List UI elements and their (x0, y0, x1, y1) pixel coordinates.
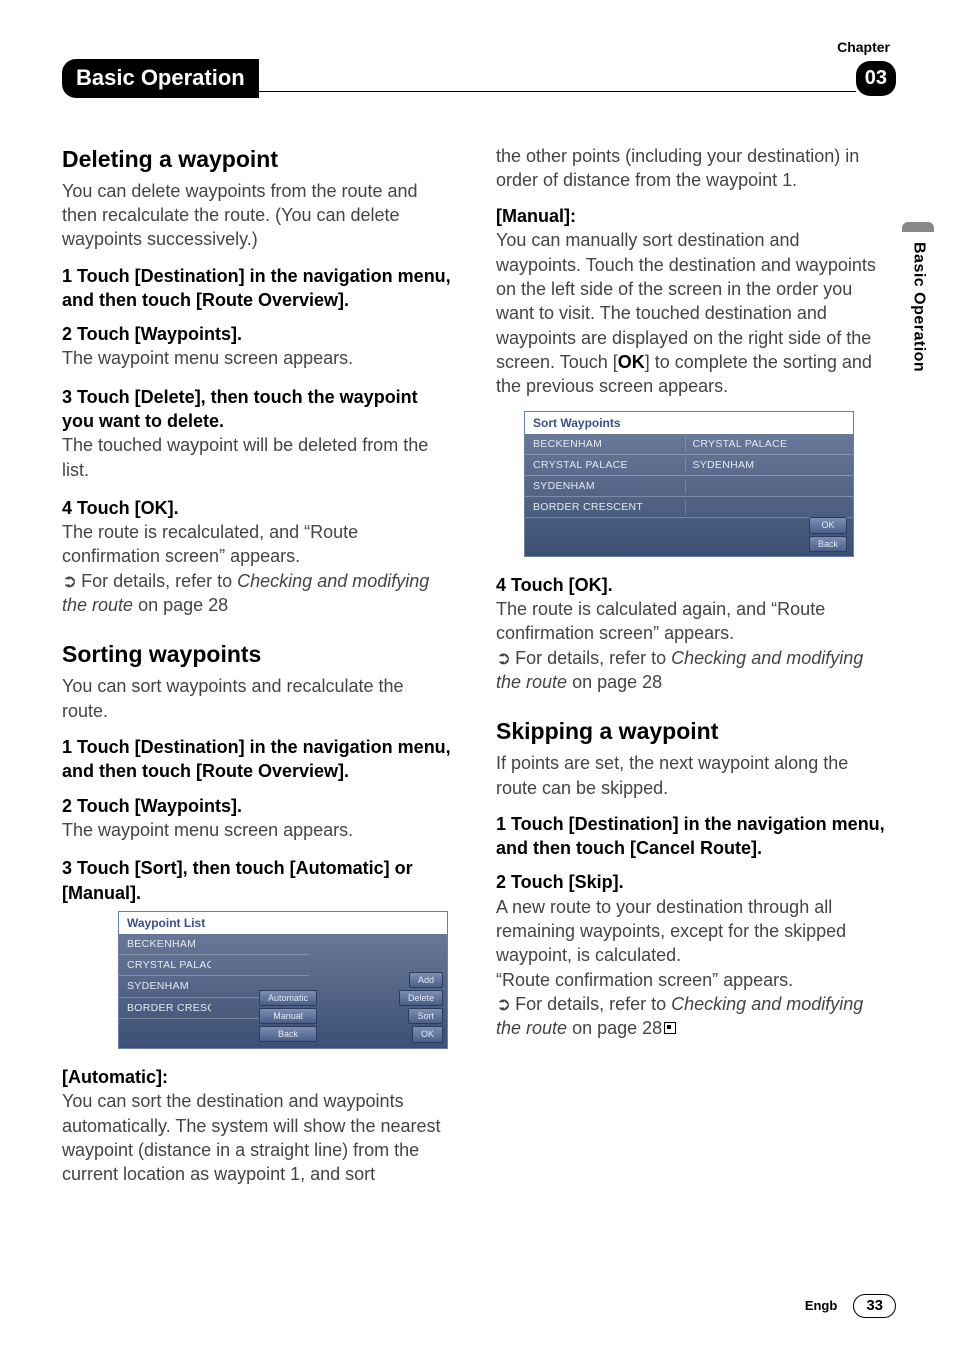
body-text: You can delete waypoints from the route … (62, 179, 454, 252)
screenshot-title: Waypoint List (119, 912, 447, 934)
end-of-section-icon (664, 1022, 676, 1034)
step-2: 2 Touch [Skip]. (496, 870, 888, 894)
step-1: 1 Touch [Destination] in the navigation … (62, 735, 454, 784)
back-button: Back (809, 536, 847, 552)
cross-reference: ➲For details, refer to Checking and modi… (62, 569, 454, 618)
screenshot-waypoint-list: Waypoint List BECKENHAM CRYSTAL PALACE S… (118, 911, 448, 1049)
header-rule (259, 91, 856, 93)
step-1: 1 Touch [Destination] in the navigation … (62, 264, 454, 313)
screenshot-sort-waypoints: Sort Waypoints BECKENHAMCRYSTAL PALACE C… (524, 411, 854, 557)
sort-button: Sort (408, 1008, 443, 1024)
body-text: the other points (including your destina… (496, 144, 888, 193)
step-3: 3 Touch [Delete], then touch the waypoin… (62, 385, 454, 434)
automatic-button: Automatic (259, 990, 317, 1006)
list-item: BECKENHAM (127, 937, 211, 951)
option-manual-label: [Manual]: (496, 204, 888, 228)
arrow-icon: ➲ (62, 571, 77, 591)
list-item: SYDENHAM (686, 458, 845, 472)
cross-reference: ➲For details, refer to Checking and modi… (496, 992, 888, 1041)
body-text: The touched waypoint will be deleted fro… (62, 433, 454, 482)
list-item: CRYSTAL PALACE (127, 958, 211, 972)
left-column: Deleting a waypoint You can delete waypo… (62, 144, 454, 1187)
step-2: 2 Touch [Waypoints]. (62, 322, 454, 346)
page-footer: Engb 33 (805, 1294, 896, 1318)
step-1: 1 Touch [Destination] in the navigation … (496, 812, 888, 861)
list-item: CRYSTAL PALACE (686, 437, 845, 451)
body-text: The route is calculated again, and “Rout… (496, 597, 888, 646)
option-automatic-label: [Automatic]: (62, 1065, 454, 1089)
body-text: A new route to your destination through … (496, 895, 888, 968)
list-item: BECKENHAM (533, 437, 686, 451)
add-button: Add (409, 972, 443, 988)
list-item: SYDENHAM (127, 979, 211, 993)
arrow-icon: ➲ (496, 648, 511, 668)
tab-cap-icon (902, 222, 934, 232)
delete-button: Delete (399, 990, 443, 1006)
cross-reference: ➲For details, refer to Checking and modi… (496, 646, 888, 695)
manual-button: Manual (259, 1008, 317, 1024)
list-item: CRYSTAL PALACE (533, 458, 686, 472)
list-item: BORDER CRESCENT (533, 500, 686, 514)
side-tab-label: Basic Operation (908, 242, 930, 372)
heading-skipping-waypoint: Skipping a waypoint (496, 716, 888, 747)
step-2: 2 Touch [Waypoints]. (62, 794, 454, 818)
page-number: 33 (853, 1294, 896, 1318)
heading-deleting-waypoint: Deleting a waypoint (62, 144, 454, 175)
body-text: “Route confirmation screen” appears. (496, 968, 888, 992)
body-text: The waypoint menu screen appears. (62, 346, 454, 370)
heading-sorting-waypoints: Sorting waypoints (62, 639, 454, 670)
body-text: The waypoint menu screen appears. (62, 818, 454, 842)
arrow-icon: ➲ (496, 994, 511, 1014)
list-item: SYDENHAM (533, 479, 686, 493)
side-tab: Basic Operation (898, 222, 934, 402)
ok-button: OK (412, 1026, 443, 1042)
ok-button: OK (809, 517, 847, 533)
step-4: 4 Touch [OK]. (496, 573, 888, 597)
chapter-number-badge: 03 (856, 61, 896, 96)
step-4: 4 Touch [OK]. (62, 496, 454, 520)
chapter-label: Chapter (62, 38, 896, 57)
body-text: The route is recalculated, and “Route co… (62, 520, 454, 569)
screenshot-title: Sort Waypoints (525, 412, 853, 434)
body-text: You can manually sort destination and wa… (496, 228, 888, 398)
body-text: If points are set, the next waypoint alo… (496, 751, 888, 800)
body-text: You can sort the destination and waypoin… (62, 1089, 454, 1186)
step-3: 3 Touch [Sort], then touch [Automatic] o… (62, 856, 454, 905)
back-button: Back (259, 1026, 317, 1042)
right-column: the other points (including your destina… (496, 144, 888, 1187)
section-title: Basic Operation (62, 59, 259, 98)
list-item: BORDER CRESCENT (127, 1001, 211, 1015)
body-text: You can sort waypoints and recalculate t… (62, 674, 454, 723)
language-code: Engb (805, 1297, 838, 1315)
